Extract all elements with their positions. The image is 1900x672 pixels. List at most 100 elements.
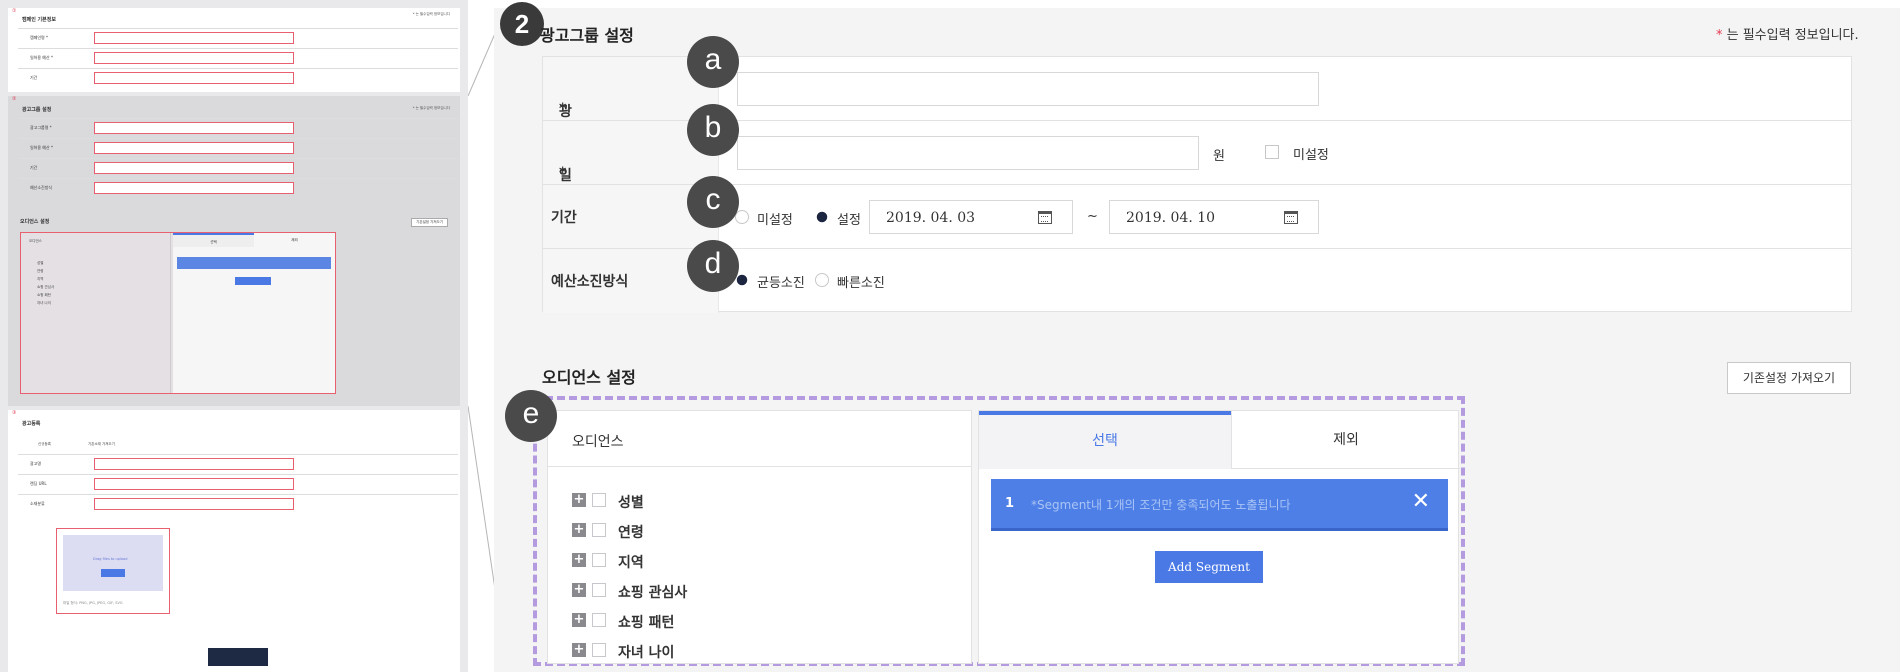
budget-unit: 원 <box>1213 149 1225 164</box>
audience-setting-box: 오디언스 + 성별 + 연령 + 지역 + 쇼핑 관심사 + 쇼핑 패턴 + 자녀 나이 선… <box>533 396 1465 666</box>
segment-number: 1 <box>1005 496 1015 511</box>
thumb-required-note: * 는 필수입력 정보입니다 <box>412 12 450 16</box>
spend-fast-radio[interactable] <box>815 273 829 287</box>
thumb-row: 일허용 예산 * <box>18 138 458 156</box>
load-existing-settings-button[interactable]: 기존설정 가져오기 <box>1727 362 1851 394</box>
thumb-row: 일허용 예산 * <box>18 48 458 66</box>
thumb-step-1: ① <box>12 8 17 14</box>
badge-e: e <box>505 390 557 442</box>
spend-even-label: 균등소진 <box>757 276 805 291</box>
close-icon[interactable]: ✕ <box>1412 489 1430 514</box>
thumb-adgroup-section: ② 광고그룹 설정 * 는 필수입력 정보입니다 광고그룹명 * 일허용 예산 … <box>8 96 460 406</box>
tab-exclude[interactable]: 제외 <box>1231 411 1460 469</box>
start-date-picker[interactable]: 2019. 04. 03 <box>869 200 1073 234</box>
period-unset-label: 미설정 <box>757 213 793 228</box>
audience-item[interactable]: + 쇼핑 패턴 <box>572 611 872 631</box>
form-row-spend: 예산소진방식 균등소진 빠른소진 <box>543 249 1851 313</box>
form-row-budget: 일허용 예산 * 원 미설정 <box>543 121 1851 264</box>
spend-fast-label: 빠른소진 <box>837 276 885 291</box>
segment-panel: 선택 제외 1 *Segment내 1개의 조건만 충족되어도 노출됩니다 ✕ … <box>978 410 1460 664</box>
thumb-creative-title: 광고등록 <box>22 421 41 427</box>
segment-text: *Segment내 1개의 조건만 충족되어도 노출됩니다 <box>1031 498 1291 512</box>
thumb-step-3: ③ <box>12 410 17 416</box>
period-label: 기간 <box>551 210 577 226</box>
thumb-adgroup-title: 광고그룹 설정 <box>22 107 52 113</box>
calendar-icon <box>1284 211 1298 224</box>
thumb-row: 광고그룹명 * <box>18 118 458 136</box>
audience-list-panel: 오디언스 + 성별 + 연령 + 지역 + 쇼핑 관심사 + 쇼핑 패턴 + 자녀 나이 <box>547 410 972 664</box>
audience-checkbox[interactable] <box>592 523 606 537</box>
start-date-value: 2019. 04. 03 <box>886 210 976 226</box>
step-badge: 2 <box>500 2 544 46</box>
thumb-campaign-title: 캠페인 기본정보 <box>22 17 56 23</box>
audience-checkbox[interactable] <box>592 643 606 657</box>
badge-b: b <box>687 104 739 156</box>
thumb-row: 기간 <box>18 68 458 86</box>
thumb-audience-title: 오디언스 설정 <box>20 219 50 225</box>
expand-icon[interactable]: + <box>572 553 586 567</box>
audience-checkbox[interactable] <box>592 613 606 627</box>
audience-item[interactable]: + 지역 <box>572 551 872 571</box>
audience-item[interactable]: + 연령 <box>572 521 872 541</box>
audience-checkbox[interactable] <box>592 553 606 567</box>
adgroup-name-input[interactable] <box>737 72 1319 106</box>
expand-icon[interactable]: + <box>572 583 586 597</box>
audience-checkbox[interactable] <box>592 583 606 597</box>
audience-item[interactable]: + 성별 <box>572 491 872 511</box>
expand-icon[interactable]: + <box>572 643 586 657</box>
date-range-tilde: ~ <box>1087 209 1098 224</box>
expand-icon[interactable]: + <box>572 613 586 627</box>
section-title: 광고그룹 설정 <box>540 26 634 45</box>
thumb-prev-button: 기존설정 가져오기 <box>411 218 448 227</box>
daily-budget-input[interactable] <box>737 136 1199 170</box>
end-date-picker[interactable]: 2019. 04. 10 <box>1109 200 1319 234</box>
thumb-audience-box: 오디언스 성별 연령 지역 쇼핑 관심사 쇼핑 패턴 자녀 나이 선택 제외 <box>20 232 336 394</box>
audience-item[interactable]: + 자녀 나이 <box>572 641 872 661</box>
badge-a: a <box>687 36 739 88</box>
thumb-field <box>94 72 294 84</box>
segment-row: 1 *Segment내 1개의 조건만 충족되어도 노출됩니다 ✕ <box>991 479 1448 531</box>
thumb-field <box>94 458 294 470</box>
thumb-campaign-section: ① 캠페인 기본정보 * 는 필수입력 정보입니다 캠페인명 * 일허용 예산 … <box>8 8 460 92</box>
thumb-row: 캠페인명 * <box>18 28 458 46</box>
thumb-creative-section: ③ 광고등록 신규등록 기존소재 가져오기 광고명 랜딩 URL 소재분류 Dr… <box>8 410 460 672</box>
calendar-icon <box>1038 211 1052 224</box>
thumb-field <box>94 32 294 44</box>
thumb-step-2: ② <box>12 96 17 102</box>
thumb-field <box>94 498 294 510</box>
expand-icon[interactable]: + <box>572 493 586 507</box>
expand-icon[interactable]: + <box>572 523 586 537</box>
period-unset-radio[interactable] <box>735 210 749 224</box>
audience-checkbox[interactable] <box>592 493 606 507</box>
thumb-row: 예산소진방식 <box>18 178 458 196</box>
thumb-field <box>94 478 294 490</box>
thumb-upload-box: Drag files to upload 파일 형식: PNG, JPG, JP… <box>56 528 170 614</box>
thumb-field <box>94 142 294 154</box>
overview-thumbnail: ① 캠페인 기본정보 * 는 필수입력 정보입니다 캠페인명 * 일허용 예산 … <box>0 0 468 672</box>
thumb-field <box>94 182 294 194</box>
thumb-done-button <box>208 648 268 666</box>
spend-label: 예산소진방식 <box>551 274 629 290</box>
tab-select[interactable]: 선택 <box>979 411 1231 469</box>
badge-d: d <box>687 240 739 292</box>
audience-head: 오디언스 <box>572 434 624 450</box>
form-row-period: 기간 미설정 설정 2019. 04. 03 ~ 2019. 04. 10 <box>543 185 1851 249</box>
thumb-row: 광고명 <box>18 454 458 472</box>
spend-even-radio[interactable] <box>736 274 748 286</box>
required-note: * 는 필수입력 정보입니다. <box>1716 28 1859 43</box>
thumb-row: 랜딩 URL <box>18 474 458 492</box>
audience-title: 오디언스 설정 <box>542 368 636 387</box>
badge-c: c <box>687 176 739 228</box>
thumb-field <box>94 162 294 174</box>
thumb-field <box>94 122 294 134</box>
audience-item[interactable]: + 쇼핑 관심사 <box>572 581 872 601</box>
period-set-radio[interactable] <box>816 211 828 223</box>
add-segment-button[interactable]: Add Segment <box>1155 551 1263 583</box>
thumb-row: 소재분류 <box>18 494 458 512</box>
form-row-name: 광고그룹명 * <box>543 57 1851 200</box>
budget-unset-checkbox[interactable] <box>1265 145 1279 159</box>
budget-unset-label: 미설정 <box>1293 148 1329 163</box>
end-date-value: 2019. 04. 10 <box>1126 210 1216 226</box>
thumb-row: 기간 <box>18 158 458 176</box>
adgroup-form: 광고그룹명 * 일허용 예산 * 원 미설정 기간 미설정 설정 <box>542 56 1852 313</box>
